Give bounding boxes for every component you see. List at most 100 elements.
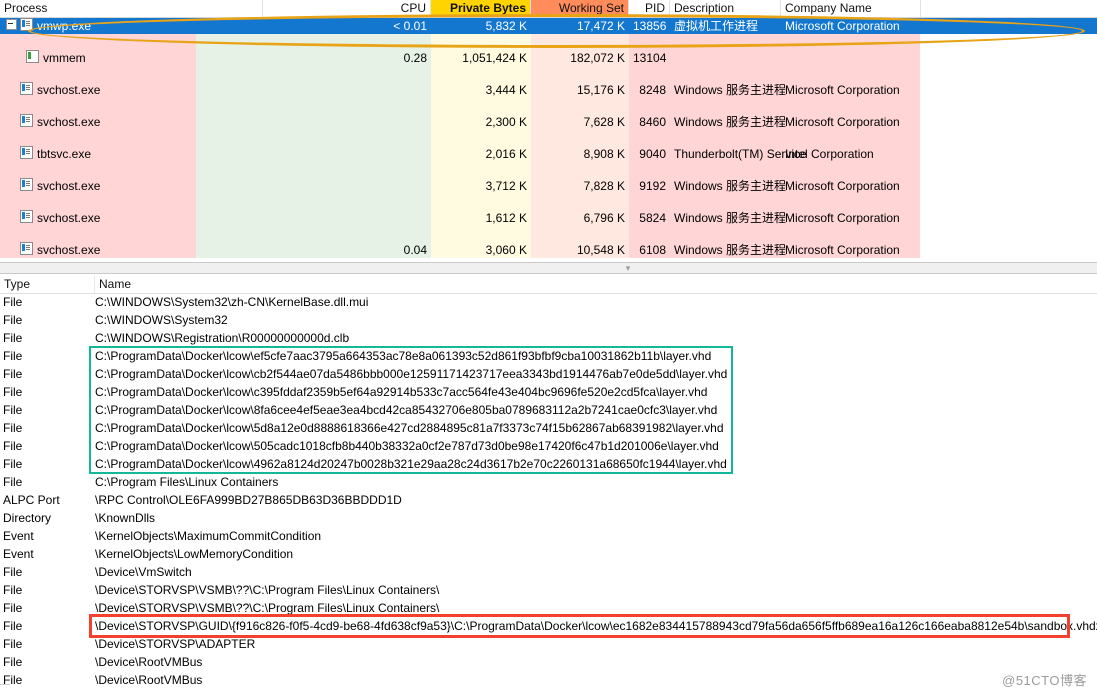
handle-row[interactable]: Directory\KnownDlls: [0, 509, 1097, 527]
process-row[interactable]: tbtsvc.exe2,016 K8,908 K9040Thunderbolt(…: [0, 146, 1097, 162]
handle-type: File: [0, 347, 92, 365]
process-name-label: tbtsvc.exe: [37, 147, 91, 161]
process-rows[interactable]: vmwp.exe< 0.015,832 K17,472 K13856虚拟机工作进…: [0, 18, 1097, 258]
process-cell-pid: 13856: [629, 18, 670, 34]
process-row[interactable]: svchost.exe1,612 K6,796 K5824Windows 服务主…: [0, 210, 1097, 226]
handle-row[interactable]: Event\KernelObjects\LowMemoryCondition: [0, 545, 1097, 563]
handle-row[interactable]: File\Device\VmSwitch: [0, 563, 1097, 581]
chevron-down-icon[interactable]: ▾: [623, 265, 633, 272]
handle-row[interactable]: FileC:\ProgramData\Docker\lcow\505cadc10…: [0, 437, 1097, 455]
handle-row[interactable]: Event\KernelObjects\MaximumCommitConditi…: [0, 527, 1097, 545]
process-name-cell[interactable]: vmwp.exe: [0, 18, 196, 34]
handle-row[interactable]: FileC:\ProgramData\Docker\lcow\ef5cfe7aa…: [0, 347, 1097, 365]
process-cell-pid: 8460: [629, 114, 670, 130]
handle-row[interactable]: FileC:\WINDOWS\System32\zh-CN\KernelBase…: [0, 293, 1097, 311]
handle-name: \Device\RootVMBus: [95, 671, 1097, 689]
column-header-pid[interactable]: PID: [629, 0, 670, 17]
handle-type: Event: [0, 545, 92, 563]
handles-list-header[interactable]: Type Name: [0, 274, 1097, 294]
process-cell-cpu: < 0.01: [263, 18, 431, 34]
handle-row[interactable]: FileC:\ProgramData\Docker\lcow\5d8a12e0d…: [0, 419, 1097, 437]
scroll-corner[interactable]: [0, 684, 10, 695]
handle-row[interactable]: FileC:\WINDOWS\System32: [0, 311, 1097, 329]
handle-row[interactable]: ALPC Port\RPC Control\OLE6FA999BD27B865D…: [0, 491, 1097, 509]
process-icon: [20, 210, 33, 223]
process-name-cell[interactable]: tbtsvc.exe: [0, 146, 196, 162]
process-name-cell[interactable]: vmmem: [0, 50, 196, 66]
handle-type: File: [0, 329, 92, 347]
process-name-cell[interactable]: svchost.exe: [0, 242, 196, 258]
handle-type: File: [0, 581, 92, 599]
process-cell-pid: 6108: [629, 242, 670, 258]
process-cell-private: 3,444 K: [431, 82, 531, 98]
handle-type: File: [0, 455, 92, 473]
process-icon-green: [26, 50, 39, 63]
column-header-type[interactable]: Type: [0, 275, 95, 293]
process-name-cell[interactable]: svchost.exe: [0, 82, 196, 98]
handle-name: \Device\STORVSP\VSMB\??\C:\Program Files…: [95, 599, 1097, 617]
handle-name: \Device\VmSwitch: [95, 563, 1097, 581]
handle-type: File: [0, 365, 92, 383]
handle-row[interactable]: File\Device\STORVSP\ADAPTER: [0, 635, 1097, 653]
process-name-label: vmwp.exe: [37, 19, 91, 33]
process-cell-company: Microsoft Corporation: [781, 210, 941, 226]
handle-name: \KnownDlls: [95, 509, 1097, 527]
column-header-cpu[interactable]: CPU: [263, 0, 431, 17]
handle-name: C:\ProgramData\Docker\lcow\c395fddaf2359…: [95, 383, 1097, 401]
handle-rows[interactable]: FileC:\WINDOWS\System32\zh-CN\KernelBase…: [0, 293, 1097, 689]
handle-name: \RPC Control\OLE6FA999BD27B865DB63D36BBD…: [95, 491, 1097, 509]
process-row[interactable]: svchost.exe3,712 K7,828 K9192Windows 服务主…: [0, 178, 1097, 194]
handle-type: File: [0, 293, 92, 311]
process-icon: [20, 242, 33, 255]
handle-row[interactable]: FileC:\WINDOWS\Registration\R00000000000…: [0, 329, 1097, 347]
column-header-name[interactable]: Name: [95, 275, 1097, 293]
handle-row[interactable]: FileC:\Program Files\Linux Containers: [0, 473, 1097, 491]
handle-row[interactable]: File\Device\RootVMBus: [0, 653, 1097, 671]
handle-name: \Device\RootVMBus: [95, 653, 1097, 671]
process-row[interactable]: vmmem0.281,051,424 K182,072 K13104: [0, 50, 1097, 66]
handle-row[interactable]: FileC:\ProgramData\Docker\lcow\cb2f544ae…: [0, 365, 1097, 383]
panel-splitter[interactable]: ▾: [0, 262, 1097, 274]
handle-name: C:\WINDOWS\System32\zh-CN\KernelBase.dll…: [95, 293, 1097, 311]
handle-type: File: [0, 419, 92, 437]
handle-row[interactable]: File\Device\STORVSP\VSMB\??\C:\Program F…: [0, 581, 1097, 599]
process-cell-company: Microsoft Corporation: [781, 242, 941, 258]
process-cell-private: 5,832 K: [431, 18, 531, 34]
process-name-cell[interactable]: svchost.exe: [0, 114, 196, 130]
handle-name: \Device\STORVSP\GUID\{f916c826-f0f5-4cd9…: [95, 617, 1097, 635]
column-header-working-set[interactable]: Working Set: [531, 0, 629, 17]
handle-name: C:\ProgramData\Docker\lcow\ef5cfe7aac379…: [95, 347, 1097, 365]
column-header-company-name[interactable]: Company Name: [781, 0, 921, 17]
process-row[interactable]: svchost.exe0.043,060 K10,548 K6108Window…: [0, 242, 1097, 258]
process-cell-company: [781, 50, 941, 66]
handle-row[interactable]: File\Device\RootVMBus: [0, 671, 1097, 689]
handle-row[interactable]: FileC:\ProgramData\Docker\lcow\4962a8124…: [0, 455, 1097, 473]
process-row[interactable]: svchost.exe2,300 K7,628 K8460Windows 服务主…: [0, 114, 1097, 130]
column-header-description[interactable]: Description: [670, 0, 781, 17]
column-header-private-bytes[interactable]: Private Bytes: [431, 0, 531, 17]
process-name-label: svchost.exe: [37, 179, 100, 193]
process-cell-company: Microsoft Corporation: [781, 18, 941, 34]
process-cell-company: Intel Corporation: [781, 146, 941, 162]
process-row[interactable]: vmwp.exe< 0.015,832 K17,472 K13856虚拟机工作进…: [0, 18, 1097, 34]
handle-type: File: [0, 617, 92, 635]
process-name-cell[interactable]: svchost.exe: [0, 210, 196, 226]
handle-row[interactable]: File\Device\STORVSP\VSMB\??\C:\Program F…: [0, 599, 1097, 617]
collapse-expander-icon[interactable]: [6, 19, 17, 30]
process-cell-working: 10,548 K: [531, 242, 629, 258]
process-name-cell[interactable]: svchost.exe: [0, 178, 196, 194]
process-list-header[interactable]: Process CPU Private Bytes Working Set PI…: [0, 0, 1097, 18]
process-row[interactable]: svchost.exe3,444 K15,176 K8248Windows 服务…: [0, 82, 1097, 98]
handle-row[interactable]: FileC:\ProgramData\Docker\lcow\8fa6cee4e…: [0, 401, 1097, 419]
handle-type: Directory: [0, 509, 92, 527]
column-header-process[interactable]: Process: [0, 0, 263, 17]
process-cell-cpu: [263, 178, 431, 194]
process-cell-cpu: [263, 114, 431, 130]
handle-row[interactable]: FileC:\ProgramData\Docker\lcow\c395fddaf…: [0, 383, 1097, 401]
process-icon: [20, 18, 33, 31]
handle-row[interactable]: File\Device\STORVSP\GUID\{f916c826-f0f5-…: [0, 617, 1097, 635]
handle-name: C:\WINDOWS\System32: [95, 311, 1097, 329]
process-cell-cpu: 0.28: [263, 50, 431, 66]
process-cell-working: 6,796 K: [531, 210, 629, 226]
process-cell-pid: 13104: [629, 50, 670, 66]
